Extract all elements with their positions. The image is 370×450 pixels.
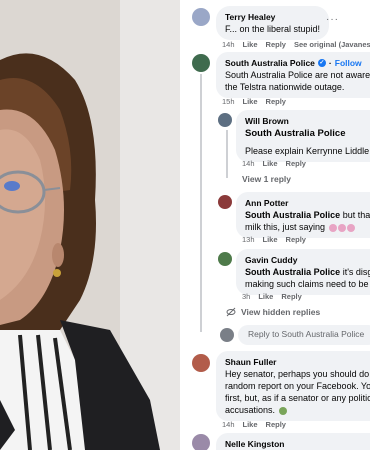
- commenter-name[interactable]: Shaun Fuller: [225, 356, 370, 368]
- mention-sa-police[interactable]: South Australia Police: [245, 267, 340, 277]
- reply-button[interactable]: Reply: [286, 235, 306, 244]
- reply-button[interactable]: Reply: [266, 420, 286, 429]
- avatar-gavin[interactable]: [218, 252, 232, 266]
- timestamp[interactable]: 14h: [242, 159, 255, 168]
- comment-sa-police: South Australia Police ✓ · Follow South …: [216, 52, 370, 98]
- comment-actions: 3h Like Reply: [242, 292, 302, 301]
- comments-feed: Terry Healey F... on the liberal stupid!…: [180, 0, 370, 450]
- follow-button[interactable]: Follow: [335, 57, 362, 69]
- timestamp[interactable]: 13h: [242, 235, 255, 244]
- comment-text: making such claims need to be he: [245, 279, 370, 289]
- comment-ann: Ann Potter South Australia Police but th…: [236, 192, 370, 238]
- reply-button[interactable]: Reply: [266, 40, 286, 49]
- like-button[interactable]: Like: [243, 97, 258, 106]
- like-button[interactable]: Like: [243, 40, 258, 49]
- comment-actions: 15h Like Reply: [222, 97, 286, 106]
- emoji-icon: [346, 223, 355, 232]
- timestamp[interactable]: 14h: [222, 420, 235, 429]
- avatar-will[interactable]: [218, 113, 232, 127]
- reply-button[interactable]: Reply: [266, 97, 286, 106]
- comment-text: F... on the liberal stupid!: [225, 24, 321, 34]
- avatar-terry[interactable]: [192, 8, 210, 26]
- avatar-shaun[interactable]: [192, 354, 210, 372]
- comment-actions: 14h Like Reply See original (Javanese): [222, 40, 370, 49]
- emoji-icon: [328, 223, 337, 232]
- comment-gavin: Gavin Cuddy South Australia Police it's …: [236, 249, 370, 295]
- comment-nelle: Nelle Kingston: [216, 433, 370, 450]
- reply-button[interactable]: Reply: [281, 292, 301, 301]
- avatar-sa-police[interactable]: [192, 54, 210, 72]
- comment-shaun: Shaun Fuller Hey senator, perhaps you sh…: [216, 351, 370, 421]
- timestamp[interactable]: 3h: [242, 292, 250, 301]
- hidden-eye-icon: [226, 307, 236, 317]
- reply-button[interactable]: Reply: [286, 159, 306, 168]
- commenter-name[interactable]: Ann Potter: [245, 197, 370, 209]
- more-options-icon[interactable]: ···: [326, 14, 339, 25]
- comment-terry: Terry Healey F... on the liberal stupid!: [216, 6, 330, 40]
- like-button[interactable]: Like: [263, 159, 278, 168]
- like-button[interactable]: Like: [243, 420, 258, 429]
- avatar-current-user: [220, 328, 234, 342]
- commenter-name[interactable]: Terry Healey: [225, 11, 320, 23]
- comment-actions: 14h Like Reply: [222, 420, 286, 429]
- comment-actions: 13h Like Reply: [242, 235, 306, 244]
- see-original-link[interactable]: See original (Javanese): [294, 40, 370, 49]
- comment-text: Please explain Kerrynne Liddle -: [245, 146, 370, 156]
- timestamp[interactable]: 14h: [222, 40, 235, 49]
- comment-text-line1: Hey senator, perhaps you should do a: [225, 369, 370, 379]
- senator-photo: [0, 0, 180, 450]
- photo-panel: [0, 0, 180, 450]
- commenter-name[interactable]: South Australia Police: [225, 57, 315, 69]
- comment-text-line2: random report on your Facebook. You': [225, 381, 370, 391]
- comment-text-line3: first, but, as if a senator or any polit…: [225, 393, 370, 403]
- like-button[interactable]: Like: [258, 292, 273, 301]
- thread-line: [200, 74, 202, 332]
- comment-text-line2: the Telstra nationwide outage.: [225, 82, 345, 92]
- mention-sa-police[interactable]: South Australia Police: [245, 128, 370, 140]
- view-hidden-replies-link[interactable]: View hidden replies: [226, 307, 320, 317]
- comment-will: Will Brown South Australia Police Please…: [236, 110, 370, 162]
- reply-input[interactable]: Reply to South Australia Police: [238, 325, 370, 345]
- comment-text-line4: accusations.: [225, 405, 276, 415]
- emoji-icon: [278, 406, 287, 415]
- comment-actions: 14h Like Reply: [242, 159, 306, 168]
- commenter-name[interactable]: Gavin Cuddy: [245, 254, 370, 266]
- commenter-name[interactable]: Nelle Kingston: [225, 438, 370, 450]
- mention-sa-police[interactable]: South Australia Police: [245, 210, 340, 220]
- verified-icon: ✓: [317, 59, 326, 67]
- commenter-name[interactable]: Will Brown: [245, 115, 370, 127]
- avatar-ann[interactable]: [218, 195, 232, 209]
- comment-text-line1: South Australia Police are not aware of: [225, 70, 370, 80]
- avatar-nelle[interactable]: [192, 434, 210, 450]
- like-button[interactable]: Like: [263, 235, 278, 244]
- comment-text: milk this, just saying: [245, 222, 326, 232]
- emoji-icon: [337, 223, 346, 232]
- view-replies-link[interactable]: View 1 reply: [242, 174, 291, 184]
- timestamp[interactable]: 15h: [222, 97, 235, 106]
